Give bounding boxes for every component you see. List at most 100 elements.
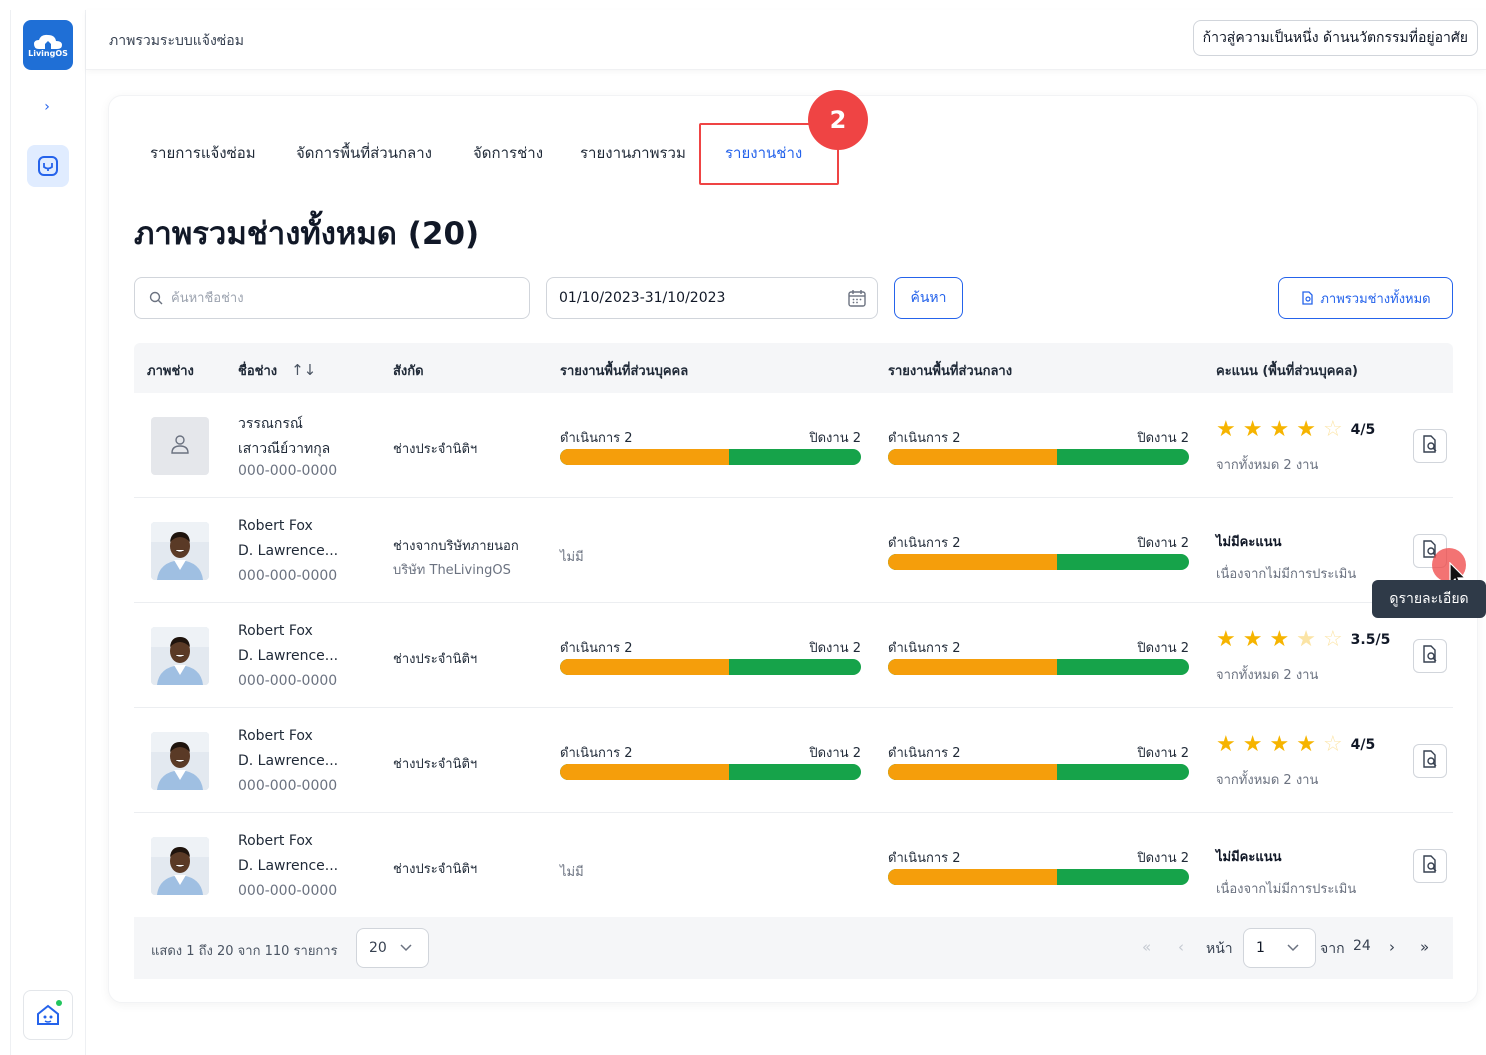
progress-bar [888,764,1189,780]
col-name[interactable]: ชื่อช่าง ↑↓ [238,360,316,381]
progress-report: ดำเนินการ 2 ปิดงาน 2 [560,742,861,780]
top-header: ภาพรวมระบบแจ้งซ่อม ก้าวสู่ความเป็นหนึ่ง … [86,10,1486,70]
technician-photo [151,732,209,790]
progress-fill [888,869,1057,885]
no-rating-title: ไม่มีคะแนน [1216,535,1282,550]
progress-bar [560,764,861,780]
no-personal-report: ไม่มี [560,550,584,565]
technician-surname: D. Lawrence... [238,648,339,664]
star-rating: ★ ★ ★ ★ ☆ 4/5 [1216,734,1375,756]
avatar [151,522,209,580]
expand-sidebar-button[interactable]: › [34,94,60,120]
total-pages: 24 [1353,938,1371,954]
progress-fill [888,659,1057,675]
closed-label: ปิดงาน 2 [809,431,861,446]
closed-label: ปิดงาน 2 [1137,641,1189,656]
overview-all-button[interactable]: ภาพรวมช่างทั้งหมด [1278,277,1453,319]
affiliation: ช่างประจำนิติฯ [393,442,478,457]
rating-subtext: เนื่องจากไม่มีการประเมิน [1216,882,1357,897]
progress-bar [888,869,1189,885]
logo-text: LivingOS [28,48,68,58]
page-size-select[interactable]: 20 [356,928,429,968]
sidebar: LivingOS › [10,10,86,1055]
avatar [151,837,209,895]
col-photo: ภาพช่าง [147,364,194,379]
sidebar-item-repair[interactable] [27,145,69,187]
technician-name: Robert Fox [238,623,313,639]
progress-bar [888,449,1189,465]
search-input[interactable] [171,290,501,306]
view-details-button[interactable] [1413,429,1447,463]
tab-overview-report[interactable]: รายงานภาพรวม [580,141,686,165]
search-button[interactable]: ค้นหา [894,277,963,319]
view-details-button[interactable] [1413,639,1447,673]
in-progress-label: ดำเนินการ 2 [888,851,961,866]
closed-label: ปิดงาน 2 [809,746,861,761]
closed-label: ปิดงาน 2 [809,641,861,656]
star-rating: ★ ★ ★ ★ ☆ 4/5 [1216,419,1375,441]
table-row: วรรณกรณ์ เสาวณีย์วาทกุล 000-000-0000 ช่างปร… [134,393,1453,498]
robot-home-icon [37,1004,59,1025]
in-progress-label: ดำเนินการ 2 [560,431,633,446]
in-progress-label: ดำเนินการ 2 [888,641,961,656]
col-rating: คะแนน (พื้นที่ส่วนบุคคล) [1216,364,1358,379]
view-details-button[interactable] [1413,849,1447,883]
date-range-picker[interactable]: 01/10/2023-31/10/2023 [546,277,878,319]
technician-phone: 000-000-0000 [238,463,338,479]
document-search-icon [1420,854,1440,878]
star-icon: ☆ [1322,627,1343,652]
tab-repair-list[interactable]: รายการแจ้งซ่อม [150,141,256,165]
table-row: Robert Fox D. Lawrence... 000-000-0000 ช่าง… [134,498,1453,603]
star-icon: ★ [1216,627,1236,652]
chevron-down-icon [1287,944,1299,952]
affiliation: ช่างจากบริษัทภายนอก [393,539,519,554]
star-icon: ★ [1296,732,1316,757]
app-logo[interactable]: LivingOS [23,20,73,70]
closed-label: ปิดงาน 2 [1137,431,1189,446]
in-progress-label: ดำเนินการ 2 [888,431,961,446]
progress-report: ดำเนินการ 2 ปิดงาน 2 [888,637,1189,675]
affiliation: ช่างประจำนิติฯ [393,652,478,667]
chevron-down-icon [400,944,412,952]
tab-common-area[interactable]: จัดการพื้นที่ส่วนกลาง [296,141,432,165]
table-footer: แสดง 1 ถึง 20 จาก 110 รายการ 20 « ‹ หน้า… [134,917,1453,979]
last-page-button[interactable]: » [1420,938,1429,956]
progress-bar [888,554,1189,570]
affiliation: ช่างประจำนิติฯ [393,757,478,772]
technician-phone: 000-000-0000 [238,673,338,689]
technician-phone: 000-000-0000 [238,883,338,899]
chevron-right-icon: › [44,99,50,115]
first-page-button[interactable]: « [1142,938,1151,956]
avatar [151,732,209,790]
search-box[interactable] [134,277,530,319]
technician-surname: D. Lawrence... [238,543,339,559]
document-search-icon [1420,749,1440,773]
step-badge: 2 [808,90,868,150]
technician-surname: D. Lawrence... [238,753,339,769]
details-tooltip: ดูรายละเอียด [1372,580,1486,618]
in-progress-label: ดำเนินการ 2 [888,746,961,761]
rating-score: 3.5/5 [1350,632,1391,648]
progress-fill [888,449,1057,465]
affiliation: ช่างประจำนิติฯ [393,862,478,877]
view-details-button[interactable] [1413,744,1447,778]
next-page-button[interactable]: › [1389,938,1395,956]
col-personal-report: รายงานพื้นที่ส่วนบุคคล [560,364,689,379]
progress-fill [560,449,729,465]
rating-subtext: จากทั้งหมด 2 งาน [1216,773,1319,788]
sort-icon[interactable]: ↑↓ [291,361,316,379]
star-icon: ★ [1216,417,1236,442]
page-size-value: 20 [369,940,387,956]
page-number-select[interactable]: 1 [1243,928,1316,968]
assistant-button[interactable] [23,990,73,1040]
closed-label: ปิดงาน 2 [1137,746,1189,761]
table-row: Robert Fox D. Lawrence... 000-000-0000 ช่าง… [134,603,1453,708]
prev-page-button[interactable]: ‹ [1178,938,1184,956]
repair-icon [38,156,58,176]
tab-technician-manage[interactable]: จัดการช่าง [473,141,543,165]
progress-bar [560,659,861,675]
table-header: ภาพช่าง ชื่อช่าง ↑↓ สังกัด รายงานพื้นที่ส… [134,343,1453,393]
technician-name: Robert Fox [238,518,313,534]
technician-phone: 000-000-0000 [238,778,338,794]
star-icon: ★ [1216,732,1236,757]
